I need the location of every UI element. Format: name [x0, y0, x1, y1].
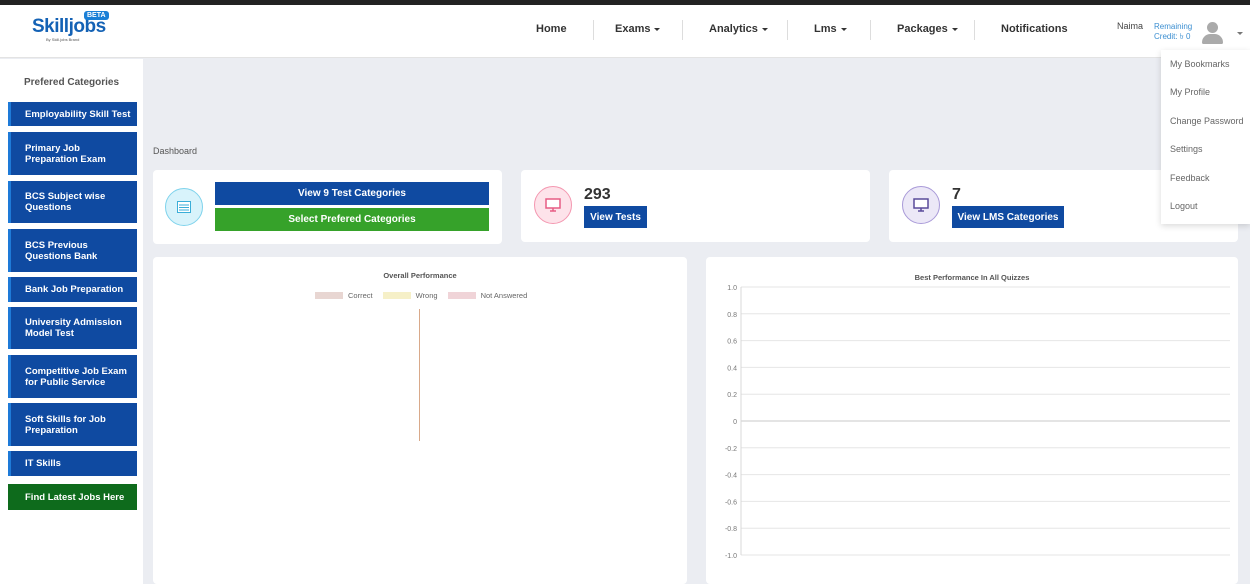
lms-count: 7 — [952, 186, 961, 203]
y-tick-label: 0.4 — [727, 365, 737, 372]
nav-lms[interactable]: Lms — [814, 23, 847, 35]
sidebar-item-it-skills[interactable]: IT Skills — [8, 451, 137, 476]
line-chart: 1.0 0.8 0.6 0.4 0.2 0 -0.2 -0.4 -0.6 -0.8 -1.0 — [725, 285, 1230, 560]
legend-swatch-correct — [315, 292, 343, 299]
nav-home[interactable]: Home — [536, 23, 567, 35]
avatar-head — [1207, 22, 1218, 33]
y-tick-label: 0.8 — [727, 312, 737, 319]
tests-card: 293 View Tests — [521, 170, 870, 242]
list-icon — [165, 188, 203, 226]
legend-swatch-wrong — [382, 292, 411, 299]
y-tick-label: 0.6 — [727, 339, 737, 346]
menu-item-bookmarks[interactable]: My Bookmarks — [1170, 59, 1230, 69]
y-tick-label: -1.0 — [725, 553, 737, 560]
legend-label: Correct — [348, 291, 373, 300]
nav-analytics[interactable]: Analytics — [709, 23, 768, 35]
user-menu-caret-icon[interactable] — [1237, 32, 1243, 35]
y-tick-label: -0.6 — [725, 499, 737, 506]
y-tick-label: -0.2 — [725, 446, 737, 453]
sidebar-item-competitive[interactable]: Competitive Job Exam for Public Service — [8, 355, 137, 398]
sidebar-item-bank-job[interactable]: Bank Job Preparation — [8, 277, 137, 302]
sidebar-item-soft-skills[interactable]: Soft Skills for Job Preparation — [8, 403, 137, 446]
caret-down-icon — [761, 27, 768, 31]
sidebar-item-university[interactable]: University Admission Model Test — [8, 307, 137, 349]
y-tick-label: 1.0 — [727, 285, 737, 292]
nav-packages[interactable]: Packages — [897, 23, 958, 35]
menu-item-feedback[interactable]: Feedback — [1170, 173, 1210, 183]
best-performance-card: Best Performance In All Quizzes 1.0 0.8 0.… — [706, 257, 1238, 584]
nav-divider — [870, 20, 871, 40]
breadcrumb: Dashboard — [153, 146, 198, 156]
beta-badge: BETA — [84, 11, 109, 20]
sidebar-item-employability[interactable]: Employability Skill Test — [8, 102, 137, 126]
nav-divider — [974, 20, 975, 40]
avatar-body — [1202, 34, 1223, 44]
sidebar-heading: Prefered Categories — [24, 77, 120, 88]
chart-title: Overall Performance — [383, 271, 457, 280]
brand-tagline: By Skill.jobs Brand — [46, 37, 80, 42]
sidebar-item-bcs-subject[interactable]: BCS Subject wise Questions — [8, 181, 137, 223]
chart-legend: Correct Wrong Not Answered — [315, 291, 537, 300]
user-name[interactable]: Naima — [1117, 21, 1143, 31]
legend-label: Wrong — [415, 291, 438, 300]
sidebar-item-bcs-previous[interactable]: BCS Previous Questions Bank — [8, 229, 137, 272]
sidebar-item-find-jobs[interactable]: Find Latest Jobs Here — [8, 484, 137, 510]
nav-divider — [593, 20, 594, 40]
overall-performance-card: Overall Performance Correct Wrong Not An… — [153, 257, 687, 584]
credit-value: Credit: ৳ 0 — [1154, 32, 1191, 41]
menu-item-change-password[interactable]: Change Password — [1170, 116, 1244, 126]
menu-item-profile[interactable]: My Profile — [1170, 87, 1210, 97]
monitor-icon — [534, 186, 572, 224]
nav-exams[interactable]: Exams — [615, 23, 661, 35]
view-tests-button[interactable]: View Tests — [584, 206, 647, 228]
select-preferred-categories-button[interactable]: Select Prefered Categories — [215, 208, 489, 231]
categories-card: View 9 Test Categories Select Prefered C… — [153, 170, 502, 244]
menu-item-settings[interactable]: Settings — [1170, 144, 1203, 154]
y-tick-label: -0.4 — [725, 473, 737, 480]
pie-slice-line — [419, 309, 420, 441]
top-navbar: Skill jobs BETA By Skill.jobs Brand Home … — [0, 0, 1250, 58]
nav-notifications[interactable]: Notifications — [1001, 23, 1068, 35]
caret-down-icon — [654, 27, 661, 31]
tests-count: 293 — [584, 186, 611, 203]
y-tick-label: 0 — [733, 419, 737, 426]
view-test-categories-button[interactable]: View 9 Test Categories — [215, 182, 489, 205]
view-lms-categories-button[interactable]: View LMS Categories — [952, 206, 1064, 228]
avatar[interactable] — [1199, 19, 1225, 45]
user-dropdown-menu: My Bookmarks My Profile Change Password … — [1161, 50, 1250, 224]
nav-divider — [682, 20, 683, 40]
brand-name-part-1: Skill — [32, 16, 69, 37]
brand-logo[interactable]: Skill jobs BETA By Skill.jobs Brand — [32, 11, 109, 42]
caret-down-icon — [951, 27, 958, 31]
sidebar-item-primary-job[interactable]: Primary Job Preparation Exam — [8, 132, 137, 175]
monitor-icon — [902, 186, 940, 224]
credit-balance: Remaining Credit: ৳ 0 — [1154, 22, 1192, 42]
legend-label: Not Answered — [480, 291, 528, 300]
menu-item-logout[interactable]: Logout — [1170, 201, 1198, 211]
y-tick-label: 0.2 — [727, 392, 737, 399]
nav-divider — [787, 20, 788, 40]
caret-down-icon — [840, 27, 847, 31]
y-tick-label: -0.8 — [725, 526, 737, 533]
legend-swatch-not-answered — [447, 292, 476, 299]
credit-label: Remaining — [1154, 22, 1193, 31]
